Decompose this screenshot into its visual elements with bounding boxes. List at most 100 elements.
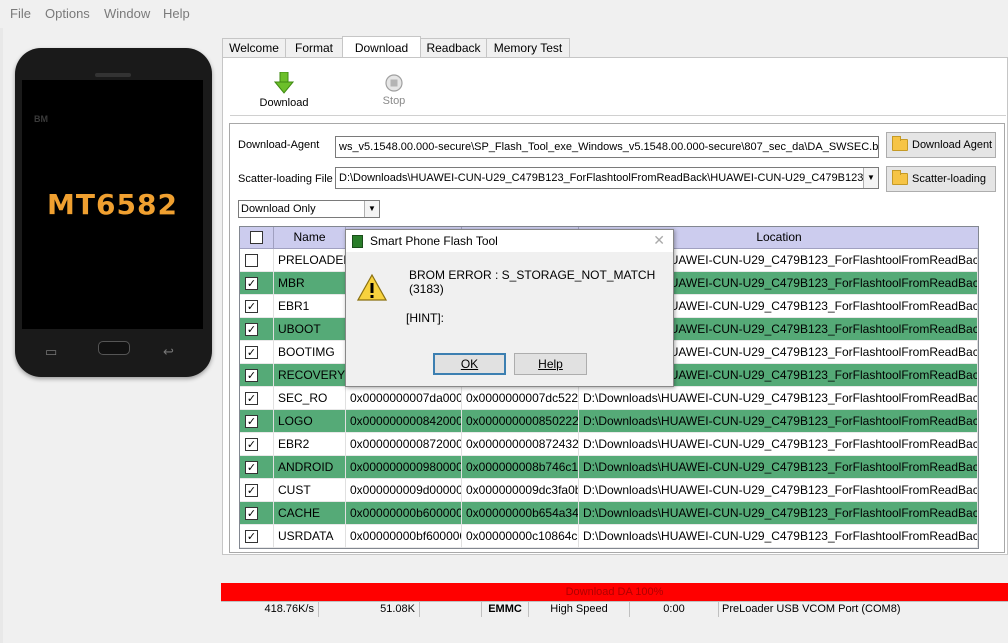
status-speed: 418.76K/s xyxy=(221,602,319,617)
scatter-file-value: D:\Downloads\HUAWEI-CUN-U29_C479B123_For… xyxy=(339,172,879,184)
app-icon xyxy=(352,235,363,248)
cell-begin: 0x00000000bf600000 xyxy=(346,525,462,548)
progress-text: Download DA 100% xyxy=(565,586,664,598)
row-checkbox-cell: ✓ xyxy=(240,387,274,410)
status-time: 0:00 xyxy=(630,602,719,617)
row-checkbox-cell xyxy=(240,249,274,272)
row-checkbox[interactable]: ✓ xyxy=(245,323,258,336)
error-message: BROM ERROR : S_STORAGE_NOT_MATCH (3183) xyxy=(409,268,656,296)
stop-label: Stop xyxy=(382,95,406,107)
phone-brand: BM xyxy=(34,114,48,124)
row-checkbox[interactable]: ✓ xyxy=(245,484,258,497)
download-agent-field[interactable]: ws_v5.1548.00.000-secure\SP_Flash_Tool_e… xyxy=(335,136,879,158)
row-checkbox[interactable]: ✓ xyxy=(245,277,258,290)
chevron-down-icon[interactable]: ▼ xyxy=(863,168,878,188)
cell-name: RECOVERY xyxy=(274,364,346,387)
ok-button[interactable]: OK xyxy=(433,353,506,375)
help-button-label: Help xyxy=(538,357,563,371)
cell-location: D:\Downloads\HUAWEI-CUN-U29_C479B123_For… xyxy=(579,410,978,433)
row-checkbox[interactable]: ✓ xyxy=(245,392,258,405)
scatter-loading-button[interactable]: Scatter-loading xyxy=(886,166,996,192)
home-key-icon xyxy=(98,341,130,355)
header-name[interactable]: Name xyxy=(274,227,346,248)
cell-name: USRDATA xyxy=(274,525,346,548)
row-checkbox-cell: ✓ xyxy=(240,295,274,318)
scatter-file-select[interactable]: D:\Downloads\HUAWEI-CUN-U29_C479B123_For… xyxy=(335,167,879,189)
download-arrow-icon xyxy=(273,71,295,94)
cell-end: 0x00000000b654a34b xyxy=(462,502,579,525)
cell-begin: 0x0000000009800000 xyxy=(346,456,462,479)
window-edge xyxy=(0,28,3,643)
dialog-body: BROM ERROR : S_STORAGE_NOT_MATCH (3183) … xyxy=(346,252,673,386)
help-button[interactable]: Help xyxy=(514,353,587,375)
row-checkbox[interactable]: ✓ xyxy=(245,369,258,382)
tab-readback[interactable]: Readback xyxy=(420,38,487,58)
cell-name: BOOTIMG xyxy=(274,341,346,364)
row-checkbox[interactable]: ✓ xyxy=(245,461,258,474)
chip-model: MT6582 xyxy=(47,188,178,221)
cell-end: 0x000000000872432b xyxy=(462,433,579,456)
chevron-down-icon[interactable]: ▼ xyxy=(364,201,379,217)
table-row[interactable]: ✓ EBR2 0x0000000008720000 0x000000000872432… xyxy=(240,433,978,456)
tab-memory-test[interactable]: Memory Test xyxy=(486,38,570,58)
cell-location: D:\Downloads\HUAWEI-CUN-U29_C479B123_For… xyxy=(579,387,978,410)
row-checkbox-cell: ✓ xyxy=(240,272,274,295)
download-agent-button[interactable]: Download Agent xyxy=(886,132,996,158)
status-empty xyxy=(420,602,482,617)
cell-name: ANDROID xyxy=(274,456,346,479)
cell-name: CUST xyxy=(274,479,346,502)
table-row[interactable]: ✓ USRDATA 0x00000000bf600000 0x00000000c108… xyxy=(240,525,978,548)
table-row[interactable]: ✓ SEC_RO 0x0000000007da0000 0x0000000007dc5… xyxy=(240,387,978,410)
cell-name: CACHE xyxy=(274,502,346,525)
download-button[interactable]: Download xyxy=(254,71,314,109)
tab-download[interactable]: Download xyxy=(342,36,421,58)
menu-window[interactable]: Window xyxy=(104,6,150,21)
row-checkbox[interactable] xyxy=(245,254,258,267)
menu-file[interactable]: File xyxy=(10,6,31,21)
row-checkbox[interactable]: ✓ xyxy=(245,415,258,428)
phone-screen: BM MT6582 xyxy=(22,80,203,329)
status-usb-speed: High Speed xyxy=(529,602,630,617)
mode-select[interactable]: Download Only ▼ xyxy=(238,200,380,218)
tab-welcome[interactable]: Welcome xyxy=(222,38,286,58)
menu-help[interactable]: Help xyxy=(163,6,190,21)
status-bar: 418.76K/s 51.08K EMMC High Speed 0:00 Pr… xyxy=(221,601,1008,617)
cell-end: 0x000000009dc3fa0b xyxy=(462,479,579,502)
cell-name: UBOOT xyxy=(274,318,346,341)
menu-bar: File Options Window Help xyxy=(0,0,1008,28)
dialog-titlebar: Smart Phone Flash Tool ✕ xyxy=(346,230,673,252)
stop-icon xyxy=(385,74,403,92)
cell-location: D:\Downloads\HUAWEI-CUN-U29_C479B123_For… xyxy=(579,433,978,456)
toolbar: Download Stop xyxy=(230,64,1006,116)
scatter-label: Scatter-loading File xyxy=(238,173,333,185)
row-checkbox-cell: ✓ xyxy=(240,479,274,502)
mode-value: Download Only xyxy=(241,203,316,215)
row-checkbox-cell: ✓ xyxy=(240,341,274,364)
row-checkbox-cell: ✓ xyxy=(240,502,274,525)
phone-speaker xyxy=(95,73,131,77)
cell-name: PRELOADER xyxy=(274,249,346,272)
stop-button[interactable]: Stop xyxy=(369,74,419,107)
row-checkbox[interactable]: ✓ xyxy=(245,300,258,313)
cell-begin: 0x0000000008720000 xyxy=(346,433,462,456)
cell-location: D:\Downloads\HUAWEI-CUN-U29_C479B123_For… xyxy=(579,525,978,548)
table-row[interactable]: ✓ CACHE 0x00000000b6000000 0x00000000b654a3… xyxy=(240,502,978,525)
table-row[interactable]: ✓ CUST 0x000000009d000000 0x000000009dc3fa0… xyxy=(240,479,978,502)
status-port: PreLoader USB VCOM Port (COM8) xyxy=(722,603,901,615)
menu-options[interactable]: Options xyxy=(45,6,90,21)
table-row[interactable]: ✓ ANDROID 0x0000000009800000 0x000000008b74… xyxy=(240,456,978,479)
select-all-checkbox[interactable] xyxy=(250,231,263,244)
row-checkbox[interactable]: ✓ xyxy=(245,346,258,359)
row-checkbox[interactable]: ✓ xyxy=(245,438,258,451)
cell-name: LOGO xyxy=(274,410,346,433)
cell-begin: 0x0000000008420000 xyxy=(346,410,462,433)
row-checkbox[interactable]: ✓ xyxy=(245,507,258,520)
cell-end: 0x0000000007dc522b xyxy=(462,387,579,410)
tab-format[interactable]: Format xyxy=(285,38,343,58)
close-icon[interactable]: ✕ xyxy=(653,232,665,249)
row-checkbox-cell: ✓ xyxy=(240,410,274,433)
table-row[interactable]: ✓ LOGO 0x0000000008420000 0x000000000850222… xyxy=(240,410,978,433)
row-checkbox-cell: ✓ xyxy=(240,456,274,479)
status-size: 51.08K xyxy=(319,602,420,617)
row-checkbox[interactable]: ✓ xyxy=(245,530,258,543)
